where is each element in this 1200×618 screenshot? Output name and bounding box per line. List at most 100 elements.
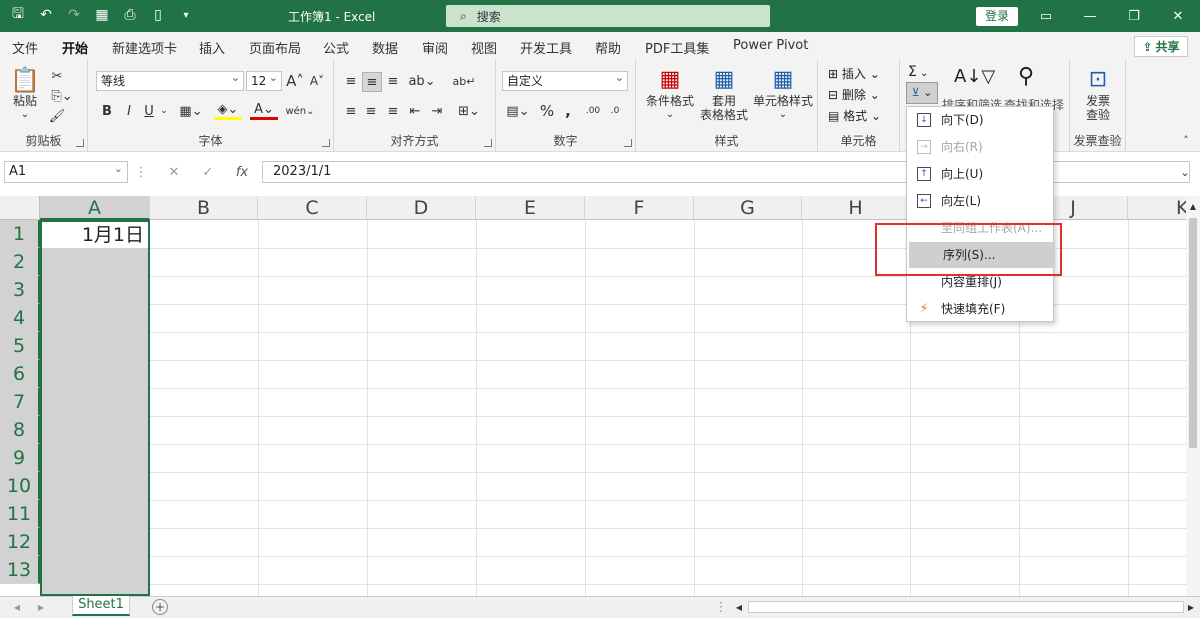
shrink-font-icon[interactable]: A˅ xyxy=(308,71,326,91)
next-sheet-icon[interactable]: ▶ xyxy=(34,600,48,614)
bold-button[interactable]: B xyxy=(100,102,114,120)
collapse-ribbon-icon[interactable]: ˄ xyxy=(1178,132,1194,148)
row-header-13[interactable]: 13 xyxy=(0,556,40,584)
underline-dropdown-icon[interactable]: ⌄ xyxy=(158,102,170,120)
font-color-icon[interactable]: A⌄ xyxy=(250,102,278,120)
column-header-c[interactable]: C xyxy=(258,196,367,220)
redo-icon[interactable]: ↷ xyxy=(64,5,84,25)
row-header-12[interactable]: 12 xyxy=(0,528,40,556)
conditional-format-button[interactable]: ▦ 条件格式 ⌄ xyxy=(640,66,700,122)
column-header-h[interactable]: H xyxy=(802,196,910,220)
increase-indent-icon[interactable]: ⇥ xyxy=(428,102,446,120)
borders-icon[interactable]: ▦⌄ xyxy=(178,102,204,120)
underline-button[interactable]: U xyxy=(142,102,156,120)
column-header-a[interactable]: A xyxy=(40,196,150,220)
align-center-icon[interactable]: ≡ xyxy=(362,102,380,120)
fill-left-item[interactable]: ← 向左(L) xyxy=(907,188,1053,214)
vertical-scrollbar[interactable]: ▲ xyxy=(1186,196,1200,596)
cell-a1[interactable]: 1月1日 xyxy=(42,222,148,248)
grow-font-icon[interactable]: A˄ xyxy=(286,71,304,91)
scroll-left-icon[interactable]: ◀ xyxy=(732,600,746,614)
horizontal-scrollbar[interactable] xyxy=(748,601,1184,613)
delete-cells-button[interactable]: ⊟ 删除 ⌄ xyxy=(828,86,880,103)
column-header-e[interactable]: E xyxy=(476,196,585,220)
fill-button[interactable]: ⊻ ⌄ xyxy=(906,82,938,104)
phonetic-icon[interactable]: wén⌄ xyxy=(285,102,314,120)
scroll-thumb[interactable] xyxy=(1189,218,1197,448)
tab-new[interactable]: 新建选项卡 xyxy=(112,38,177,57)
align-middle-icon[interactable]: ≡ xyxy=(362,72,382,92)
clipboard-launcher-icon[interactable] xyxy=(76,139,84,147)
select-all-corner[interactable] xyxy=(0,196,40,220)
restore-icon[interactable]: ❐ xyxy=(1112,0,1156,32)
align-right-icon[interactable]: ≡ xyxy=(384,102,402,120)
number-format-select[interactable]: 自定义 xyxy=(502,69,628,91)
row-header-4[interactable]: 4 xyxy=(0,304,40,332)
column-header-g[interactable]: G xyxy=(694,196,802,220)
insert-function-icon[interactable]: fx xyxy=(232,164,252,180)
row-header-3[interactable]: 3 xyxy=(0,276,40,304)
tab-data[interactable]: 数据 xyxy=(372,38,398,57)
decrease-indent-icon[interactable]: ⇤ xyxy=(406,102,424,120)
invoice-check-button[interactable]: ⊡ 发票 查验 xyxy=(1074,66,1122,122)
tab-home[interactable]: 开始 xyxy=(62,38,89,63)
wrap-text-icon[interactable]: ab↵ xyxy=(453,72,476,90)
tab-file[interactable]: 文件 xyxy=(12,38,38,57)
close-icon[interactable]: ✕ xyxy=(1156,0,1200,32)
font-size-select[interactable]: 12 xyxy=(246,69,282,91)
name-box[interactable]: A1 xyxy=(4,159,128,183)
find-select-icon[interactable]: ⚲ xyxy=(1018,64,1034,89)
number-launcher-icon[interactable] xyxy=(624,139,632,147)
column-header-d[interactable]: D xyxy=(367,196,476,220)
row-header-6[interactable]: 6 xyxy=(0,360,40,388)
align-bottom-icon[interactable]: ≡ xyxy=(384,72,402,90)
tab-page-layout[interactable]: 页面布局 xyxy=(249,38,301,57)
tab-review[interactable]: 审阅 xyxy=(422,38,448,57)
scroll-up-icon[interactable]: ▲ xyxy=(1187,200,1199,212)
enter-icon[interactable]: ✓ xyxy=(200,164,216,180)
undo-icon[interactable]: ↶ xyxy=(36,5,56,25)
column-header-b[interactable]: B xyxy=(150,196,258,220)
copy-icon[interactable]: ⎘⌄ xyxy=(48,88,76,104)
tab-pdf-tools[interactable]: PDF工具集 xyxy=(645,38,709,57)
tab-split-handle-icon[interactable]: ⋮ xyxy=(715,600,728,615)
cell-styles-button[interactable]: ▦ 单元格样式 ⌄ xyxy=(752,66,814,122)
fill-down-item[interactable]: ↓ 向下(D) xyxy=(907,107,1053,133)
flash-fill-item[interactable]: ⚡ 快速填充(F) xyxy=(907,296,1053,322)
italic-button[interactable]: I xyxy=(122,102,136,120)
add-sheet-icon[interactable]: + xyxy=(152,599,168,615)
increase-decimal-icon[interactable]: .00 xyxy=(584,102,602,120)
format-as-table-button[interactable]: ▦ 套用 表格格式 xyxy=(694,66,754,122)
row-header-10[interactable]: 10 xyxy=(0,472,40,500)
orientation-icon[interactable]: ab⌄ xyxy=(408,72,436,90)
tab-formulas[interactable]: 公式 xyxy=(323,38,349,57)
prev-sheet-icon[interactable]: ◀ xyxy=(10,600,24,614)
align-left-icon[interactable]: ≡ xyxy=(342,102,360,120)
search-input[interactable]: ⌕ 搜索 xyxy=(446,5,770,27)
fill-up-item[interactable]: ↑ 向上(U) xyxy=(907,161,1053,187)
row-header-8[interactable]: 8 xyxy=(0,416,40,444)
row-header-11[interactable]: 11 xyxy=(0,500,40,528)
cancel-icon[interactable]: ✕ xyxy=(166,164,182,180)
expand-formula-icon[interactable]: ⌄ xyxy=(1178,164,1192,180)
font-name-select[interactable]: 等线 xyxy=(96,69,244,91)
alignment-launcher-icon[interactable] xyxy=(484,139,492,147)
merge-center-icon[interactable]: ⊞⌄ xyxy=(454,102,484,120)
column-header-f[interactable]: F xyxy=(585,196,694,220)
percent-style-button[interactable]: % xyxy=(538,102,556,120)
row-header-5[interactable]: 5 xyxy=(0,332,40,360)
autosum-button[interactable]: Σ ⌄ xyxy=(908,64,928,80)
format-cells-button[interactable]: ▤ 格式 ⌄ xyxy=(828,107,881,124)
form-icon[interactable]: ▦ xyxy=(92,5,112,25)
fill-color-icon[interactable]: ◈⌄ xyxy=(214,102,242,120)
font-launcher-icon[interactable] xyxy=(322,139,330,147)
tab-power-pivot[interactable]: Power Pivot xyxy=(733,38,808,53)
comma-style-icon[interactable]: , xyxy=(560,102,576,120)
tab-help[interactable]: 帮助 xyxy=(595,38,621,57)
row-header-9[interactable]: 9 xyxy=(0,444,40,472)
tab-insert[interactable]: 插入 xyxy=(199,38,225,57)
decrease-decimal-icon[interactable]: .0 xyxy=(606,102,624,120)
accounting-format-icon[interactable]: ▤⌄ xyxy=(504,102,532,120)
share-button[interactable]: ⇪ 共享 xyxy=(1134,36,1188,57)
tab-developer[interactable]: 开发工具 xyxy=(520,38,572,57)
